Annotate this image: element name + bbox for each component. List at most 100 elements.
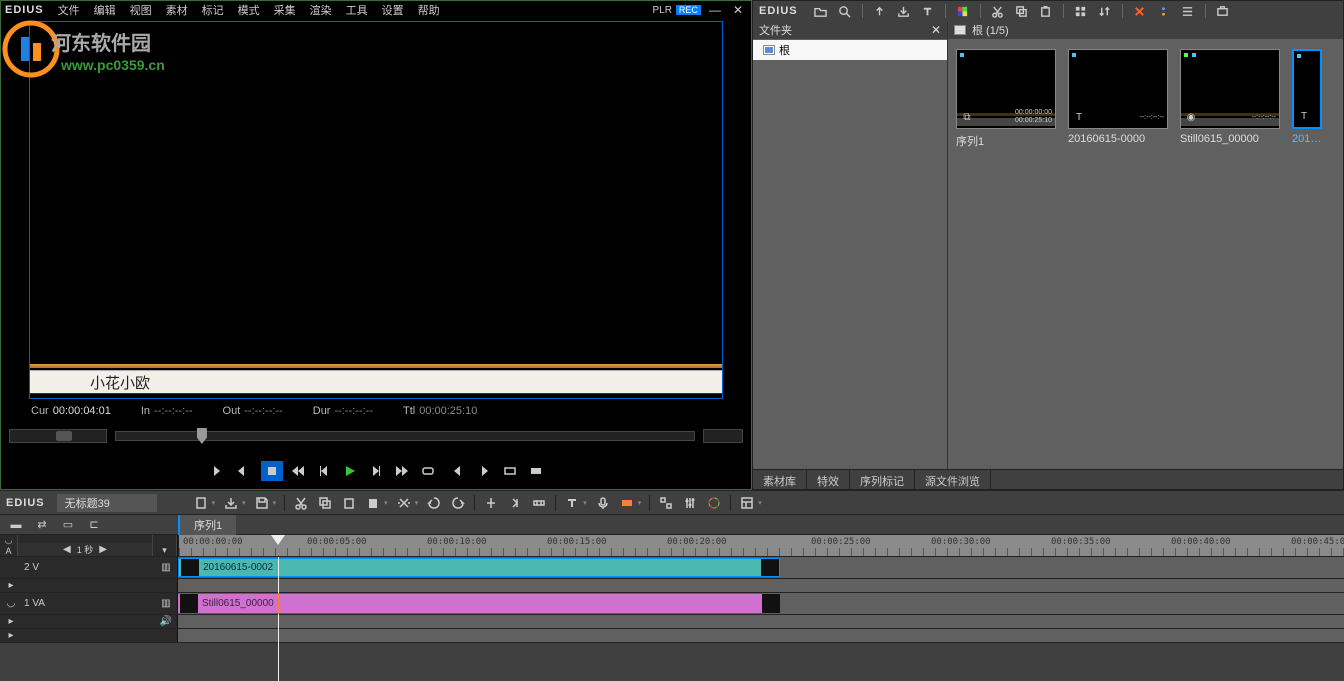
mode-normal-icon[interactable]: ▬	[6, 517, 26, 533]
tc-in[interactable]: --:--:--:--	[154, 405, 192, 421]
menu-capture[interactable]: 采集	[268, 2, 302, 18]
tc-cur[interactable]: 00:00:04:01	[53, 405, 111, 421]
thumb-sequence[interactable]: ⧉00:00:00:0000:00:25:10 序列1	[956, 49, 1056, 149]
redo-icon[interactable]	[450, 495, 466, 511]
default-transition-icon[interactable]	[658, 495, 674, 511]
delete-icon[interactable]	[1133, 4, 1147, 18]
sequence-tab[interactable]: 序列1	[178, 515, 236, 535]
paste-overwrite-icon[interactable]	[365, 495, 381, 511]
set-in-button[interactable]	[205, 461, 227, 481]
tree-close-icon[interactable]: ✕	[931, 23, 941, 37]
vectorscope-icon[interactable]	[706, 495, 722, 511]
mode-multicam-icon[interactable]: ▭	[58, 517, 78, 533]
scale-dropdown-icon[interactable]: ▾	[153, 545, 176, 556]
trim-icon[interactable]	[507, 495, 523, 511]
clip-v2[interactable]: 20160615-0002	[178, 558, 780, 577]
menu-clip[interactable]: 素材	[160, 2, 194, 18]
menu-render[interactable]: 渲染	[304, 2, 338, 18]
layout-icon[interactable]	[739, 495, 755, 511]
menu-tools[interactable]: 工具	[340, 2, 374, 18]
thumb-title[interactable]: T--:--:--:-- 20160615-0000	[1068, 49, 1168, 145]
close-button[interactable]: ✕	[729, 3, 747, 17]
menu-edit[interactable]: 编辑	[88, 2, 122, 18]
paste-icon[interactable]	[1039, 4, 1053, 18]
loop-button[interactable]	[417, 461, 439, 481]
lock-icon[interactable]: ▥	[159, 562, 173, 573]
import-icon[interactable]	[897, 4, 911, 18]
title-icon[interactable]	[921, 4, 935, 18]
tab-markers[interactable]: 序列标记	[850, 470, 915, 489]
rewind-button[interactable]	[287, 461, 309, 481]
cut-icon[interactable]	[293, 495, 309, 511]
folder-icon[interactable]	[814, 4, 828, 18]
up-icon[interactable]	[873, 4, 887, 18]
tc-out[interactable]: --:--:--:--	[244, 405, 282, 421]
expand-icon[interactable]: ▸	[4, 580, 18, 591]
copy-icon[interactable]	[317, 495, 333, 511]
mixer-icon[interactable]	[682, 495, 698, 511]
eye-icon[interactable]: ◡	[4, 598, 18, 609]
fast-forward-button[interactable]	[391, 461, 413, 481]
tc-dur[interactable]: --:--:--:--	[334, 405, 372, 421]
track-header-va1[interactable]: ◡1 VA▥	[0, 593, 178, 614]
menu-file[interactable]: 文件	[52, 2, 86, 18]
copy-icon[interactable]	[1015, 4, 1029, 18]
delete-gap-icon[interactable]	[531, 495, 547, 511]
thumb-title-selected[interactable]: T 20160615-0002	[1292, 49, 1322, 145]
menu-mode[interactable]: 模式	[232, 2, 266, 18]
tab-effects[interactable]: 特效	[807, 470, 850, 489]
set-out-button[interactable]	[231, 461, 253, 481]
sort-icon[interactable]	[1098, 4, 1112, 18]
timeline-ruler[interactable]: 00:00:00:00 00:00:05:00 00:00:10:00 00:0…	[178, 535, 1344, 556]
mode-trim-icon[interactable]: ⇄	[32, 517, 52, 533]
prev-edit-button[interactable]	[447, 461, 469, 481]
new-icon[interactable]	[193, 495, 209, 511]
toggle-audio-icon[interactable]: A	[0, 546, 17, 556]
add-cut-icon[interactable]	[483, 495, 499, 511]
shuttle-control[interactable]	[9, 429, 107, 443]
ripple-delete-icon[interactable]	[396, 495, 412, 511]
scrub-bar[interactable]	[115, 431, 695, 441]
minimize-button[interactable]: —	[705, 3, 725, 17]
next-edit-button[interactable]	[473, 461, 495, 481]
play-button[interactable]	[339, 461, 361, 481]
jog-control[interactable]	[703, 429, 743, 443]
voiceover-icon[interactable]	[595, 495, 611, 511]
paste-insert-icon[interactable]	[341, 495, 357, 511]
prev-frame-button[interactable]	[313, 461, 335, 481]
menu-settings[interactable]: 设置	[376, 2, 410, 18]
tc-ttl[interactable]: 00:00:25:10	[419, 405, 477, 421]
next-frame-button[interactable]	[365, 461, 387, 481]
video-preview[interactable]: 小花小欧	[29, 21, 723, 399]
view-icon[interactable]	[1074, 4, 1088, 18]
tab-bin[interactable]: 素材库	[753, 470, 807, 489]
undo-icon[interactable]	[426, 495, 442, 511]
menu-marker[interactable]: 标记	[196, 2, 230, 18]
tree-root-item[interactable]: 根	[753, 40, 947, 60]
menu-view[interactable]: 视图	[124, 2, 158, 18]
save-icon[interactable]	[254, 495, 270, 511]
tab-browser[interactable]: 源文件浏览	[915, 470, 991, 489]
project-name[interactable]: 无标题39	[57, 494, 157, 512]
clip-va1[interactable]: Still0615_00000	[178, 594, 780, 613]
search-icon[interactable]	[838, 4, 852, 18]
properties-icon[interactable]	[1157, 4, 1171, 18]
menu-help[interactable]: 帮助	[412, 2, 446, 18]
insert-button[interactable]	[499, 461, 521, 481]
speaker-icon[interactable]: 🔊	[159, 616, 173, 627]
playhead[interactable]	[271, 535, 285, 556]
title-tool-icon[interactable]	[564, 495, 580, 511]
zoom-out-icon[interactable]: ◀	[63, 544, 71, 555]
render-icon[interactable]	[619, 495, 635, 511]
scale-label[interactable]: 1 秒	[77, 543, 94, 556]
expand-icon[interactable]: ▸	[4, 616, 18, 627]
thumb-still[interactable]: ◉--:--:--:-- Still0615_00000	[1180, 49, 1280, 145]
mode-snap-icon[interactable]: ⊏	[84, 517, 104, 533]
stop-button[interactable]	[261, 461, 283, 481]
overwrite-button[interactable]	[525, 461, 547, 481]
lock-icon[interactable]: ▥	[159, 598, 173, 609]
color-icon[interactable]	[956, 4, 970, 18]
track-header-v2[interactable]: 2 V▥	[0, 557, 178, 578]
list-icon[interactable]	[1181, 4, 1195, 18]
expand-icon[interactable]: ▸	[4, 630, 18, 641]
